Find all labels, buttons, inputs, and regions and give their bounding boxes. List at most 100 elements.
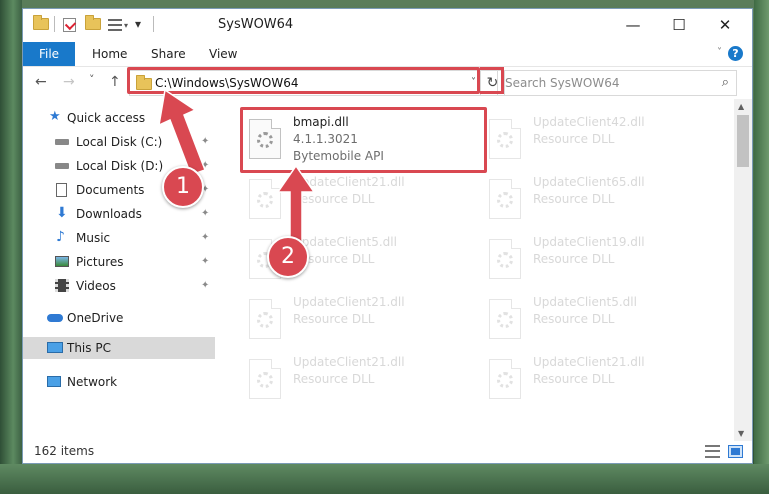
gear-icon [497, 252, 513, 268]
search-placeholder: Search SysWOW64 [505, 76, 620, 90]
sidebar-item-onedrive[interactable]: OneDrive [23, 307, 215, 329]
file-item[interactable]: UpdateClient65.dll Resource DLL [481, 173, 711, 229]
window-title: SysWOW64 [218, 17, 294, 32]
sidebar-item-label: Music [76, 231, 111, 245]
desktop-background-bottom [0, 464, 769, 494]
file-description: Resource DLL [533, 132, 615, 146]
gear-icon [497, 192, 513, 208]
dll-file-icon [489, 359, 521, 399]
tab-home[interactable]: Home [92, 42, 127, 66]
pin-icon[interactable]: ✦ [201, 251, 209, 273]
file-item[interactable]: UpdateClient21.dll Resource DLL [481, 353, 711, 409]
file-name: UpdateClient21.dll [293, 355, 405, 369]
file-description: Resource DLL [533, 252, 615, 266]
item-count: 162 items [34, 444, 95, 458]
pin-icon[interactable]: ✦ [201, 203, 209, 225]
file-description: Resource DLL [533, 312, 615, 326]
scrollbar-thumb[interactable] [737, 115, 749, 167]
forward-button[interactable]: → [63, 74, 75, 90]
file-item[interactable]: UpdateClient21.dll Resource DLL [241, 353, 471, 409]
file-description: Resource DLL [533, 372, 615, 386]
desktop-background-left [0, 0, 22, 494]
music-icon: ♪ [56, 229, 65, 245]
scroll-down-icon[interactable]: ▼ [738, 429, 744, 438]
qa-divider [54, 16, 55, 32]
gear-icon [497, 372, 513, 388]
new-folder-icon[interactable] [85, 15, 101, 30]
dll-file-icon [489, 239, 521, 279]
status-bar: 162 items [23, 441, 752, 463]
vertical-scrollbar[interactable]: ▲ ▼ [734, 99, 752, 441]
dll-file-icon [249, 299, 281, 339]
sidebar-item-label: Downloads [76, 207, 142, 221]
refresh-highlight-box [480, 67, 504, 94]
up-button[interactable]: ↑ [109, 74, 121, 90]
drive-icon [55, 139, 69, 145]
tab-share[interactable]: Share [151, 42, 186, 66]
pin-icon[interactable]: ✦ [201, 227, 209, 249]
file-name: UpdateClient21.dll [293, 295, 405, 309]
large-icons-view-icon[interactable] [728, 445, 743, 458]
dll-file-icon [489, 179, 521, 219]
sidebar-item-label: Network [67, 375, 118, 389]
back-button[interactable]: ← [35, 74, 47, 90]
sidebar-item-music[interactable]: ♪ Music ✦ [23, 227, 215, 249]
ribbon-tabs: File Home Share View ˅ ? [23, 42, 752, 67]
file-name: UpdateClient65.dll [533, 175, 645, 189]
drive-icon [55, 163, 69, 169]
maximize-button[interactable]: ☐ [656, 9, 702, 41]
qa-dropdown-icon[interactable]: ▾ [135, 17, 141, 31]
file-item[interactable]: UpdateClient42.dll Resource DLL [481, 113, 711, 169]
download-icon: ⬇ [56, 205, 68, 221]
file-description: Resource DLL [533, 192, 615, 206]
desktop-background-right [754, 0, 769, 494]
file-name: UpdateClient5.dll [533, 295, 637, 309]
dll-file-icon [489, 299, 521, 339]
file-description: Resource DLL [293, 372, 375, 386]
sidebar-item-this-pc[interactable]: This PC [23, 337, 215, 359]
scroll-up-icon[interactable]: ▲ [738, 102, 744, 111]
app-folder-icon [33, 15, 49, 30]
gear-icon [497, 312, 513, 328]
tab-view[interactable]: View [209, 42, 237, 66]
tab-file[interactable]: File [23, 42, 75, 66]
file-description: Resource DLL [293, 312, 375, 326]
star-icon: ★ [49, 109, 61, 124]
sidebar-item-pictures[interactable]: Pictures ✦ [23, 251, 215, 273]
step-badge-2: 2 [267, 236, 309, 278]
close-button[interactable]: ✕ [702, 9, 748, 41]
computer-icon [47, 342, 63, 353]
pictures-icon [55, 256, 69, 267]
sidebar-item-network[interactable]: Network [23, 371, 215, 393]
pin-icon[interactable]: ✦ [201, 275, 209, 297]
cloud-icon [47, 314, 63, 322]
recent-locations-button[interactable]: ˅ [89, 73, 95, 86]
sidebar-item-label: Pictures [76, 255, 124, 269]
title-divider [153, 16, 154, 32]
sidebar-item-label: Quick access [67, 111, 146, 125]
help-icon[interactable]: ? [728, 46, 743, 61]
dll-file-icon [249, 359, 281, 399]
step-badge-1: 1 [162, 166, 204, 208]
network-icon [47, 376, 61, 387]
file-item[interactable]: UpdateClient21.dll Resource DLL [241, 293, 471, 349]
gear-icon [257, 372, 273, 388]
customize-qa-icon[interactable]: ▾ [108, 19, 128, 31]
search-input[interactable]: Search SysWOW64 ⌕ [497, 70, 737, 96]
properties-icon[interactable] [63, 18, 77, 32]
documents-icon [56, 183, 67, 197]
sidebar-item-label: Videos [76, 279, 116, 293]
title-bar: ▾ ▾ SysWOW64 — ☐ ✕ [23, 9, 752, 42]
search-icon: ⌕ [721, 75, 729, 90]
chevron-down-icon[interactable]: ˅ [717, 47, 722, 58]
minimize-button[interactable]: — [610, 9, 656, 41]
file-name: UpdateClient19.dll [533, 235, 645, 249]
sidebar-item-videos[interactable]: Videos ✦ [23, 275, 215, 297]
videos-icon [55, 279, 69, 292]
sidebar-item-label: Documents [76, 183, 145, 197]
details-view-icon[interactable] [705, 445, 720, 458]
dll-file-icon [489, 119, 521, 159]
file-item[interactable]: UpdateClient5.dll Resource DLL [481, 293, 711, 349]
file-name: UpdateClient42.dll [533, 115, 645, 129]
file-item[interactable]: UpdateClient19.dll Resource DLL [481, 233, 711, 289]
